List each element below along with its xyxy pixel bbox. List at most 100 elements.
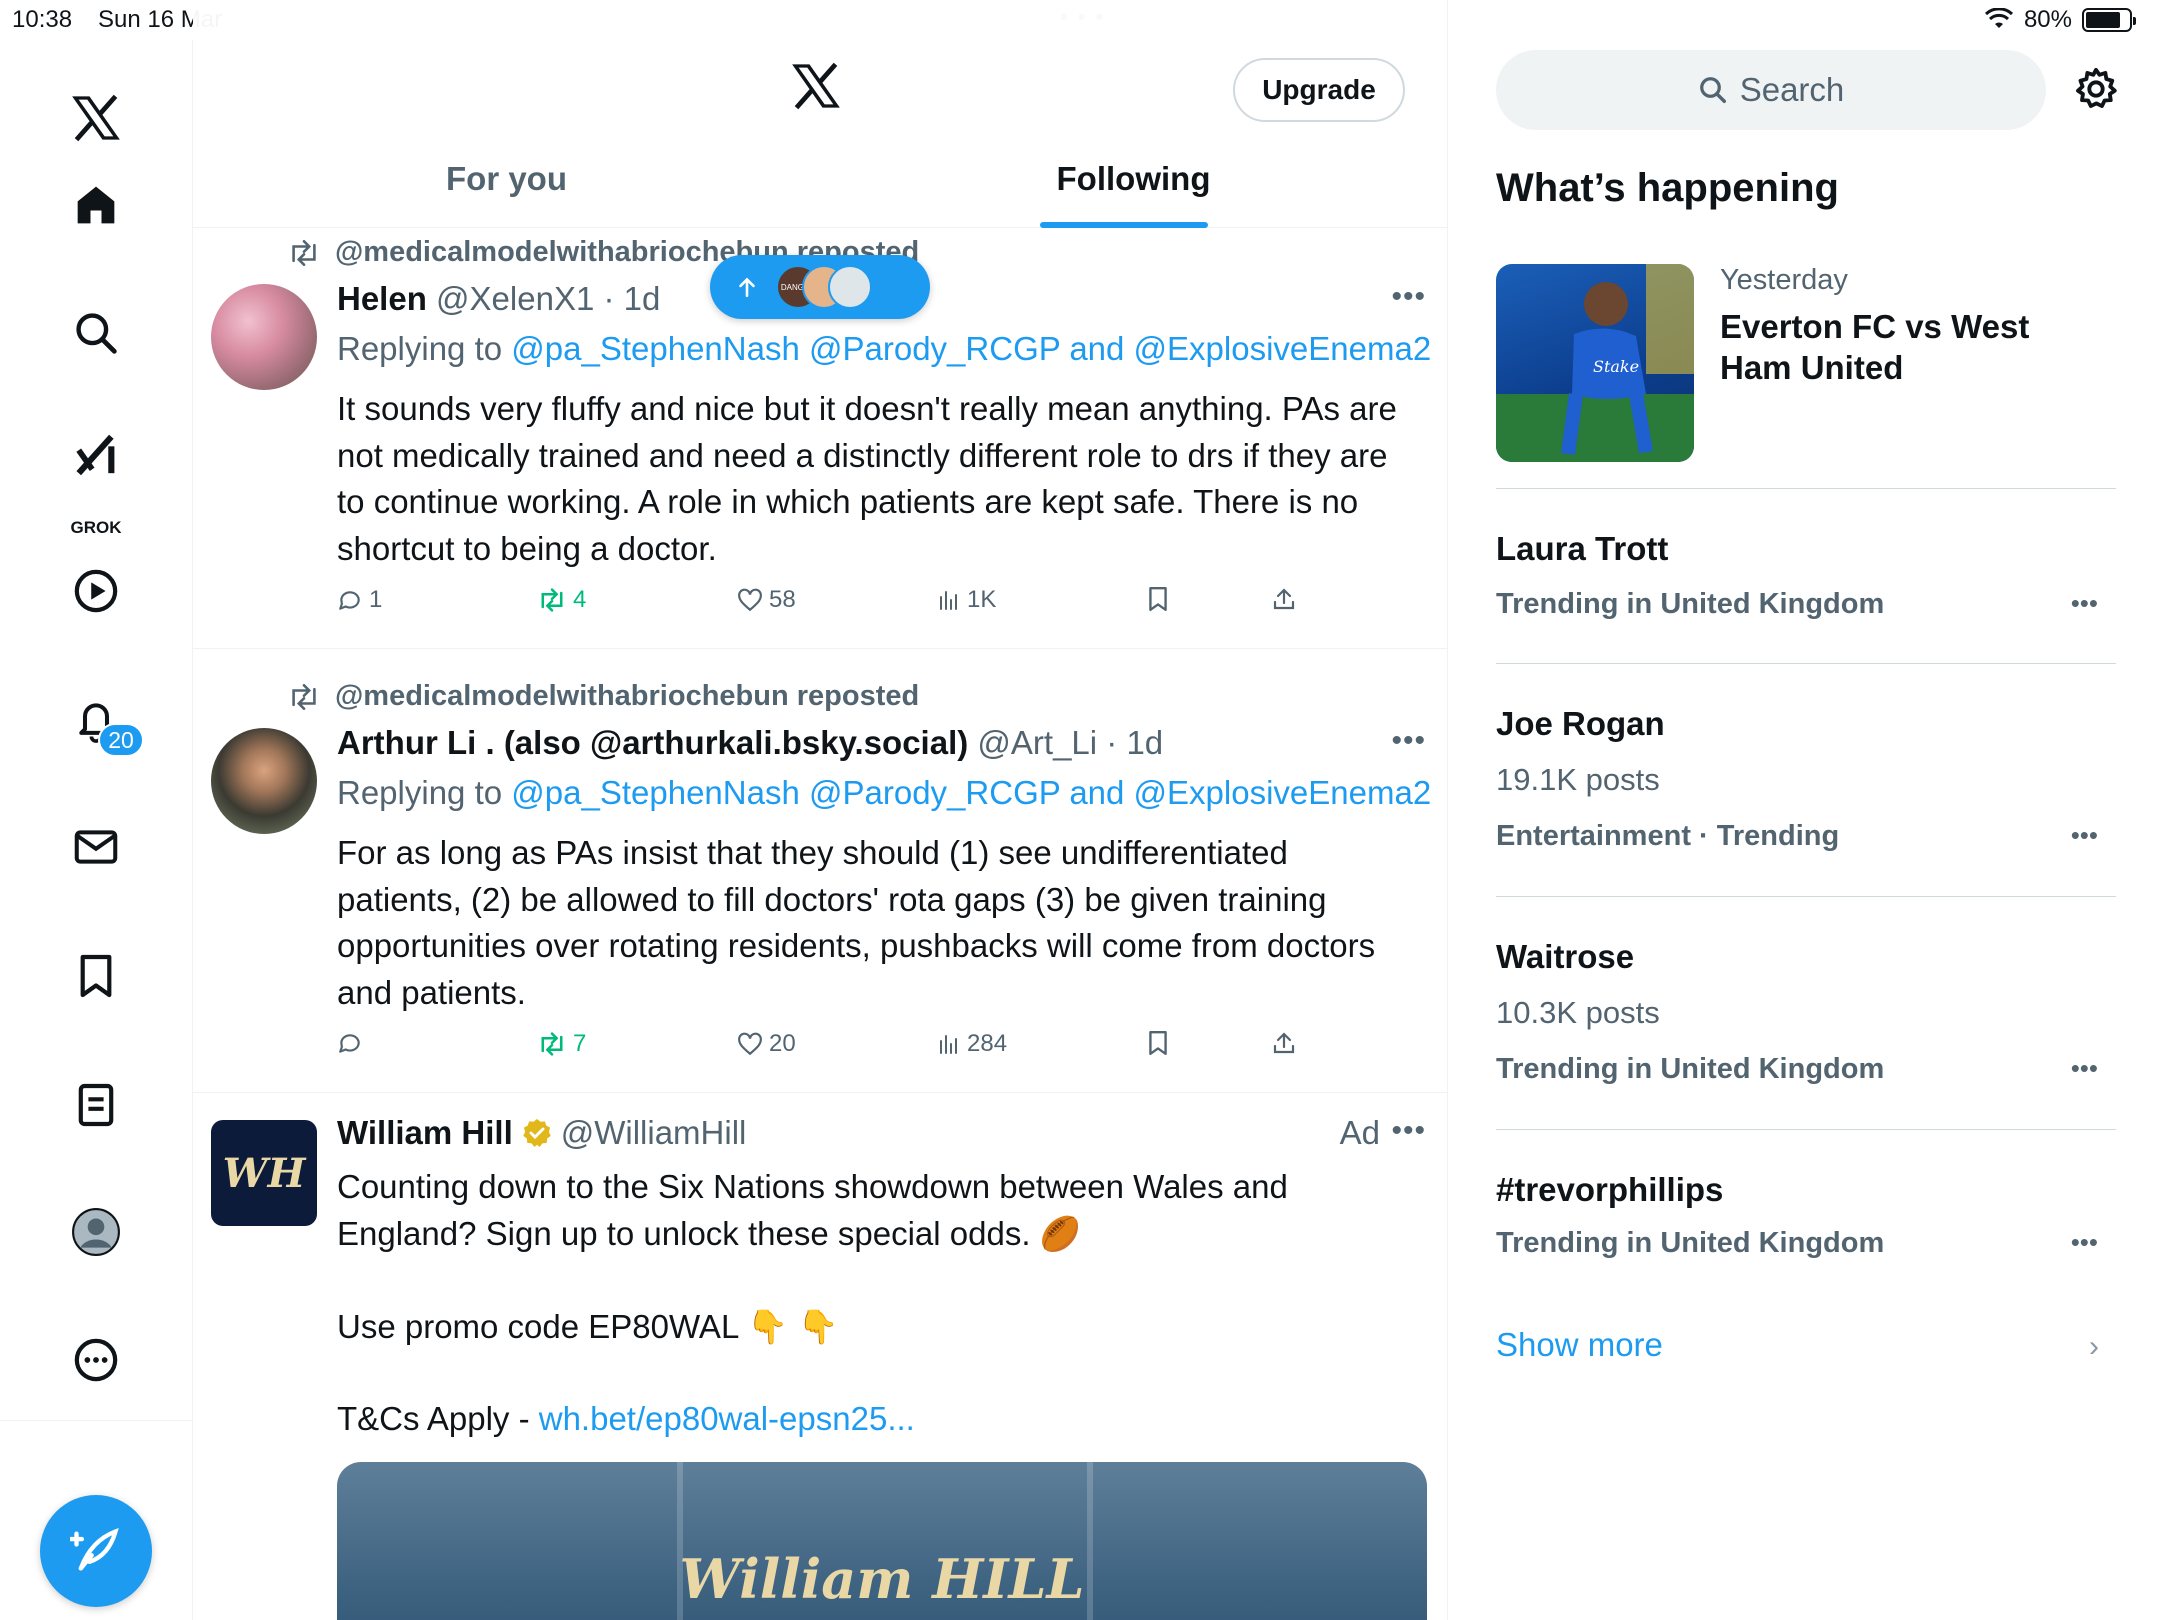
nav-rail: GROK 20	[0, 40, 193, 1620]
trend-item[interactable]: Joe Rogan 19.1K posts Entertainment · Tr…	[1496, 665, 2116, 897]
trend-context: Entertainment · Trending	[1496, 820, 1840, 852]
reply-button[interactable]: 1	[337, 586, 382, 614]
trend-item[interactable]: #trevorphillips Trending in United Kingd…	[1496, 1131, 2116, 1301]
reply-count: 1	[369, 586, 383, 613]
tweet-header: William Hill @WilliamHill	[337, 1114, 746, 1152]
advertiser-avatar[interactable]: WH	[211, 1120, 317, 1226]
bookmark-button[interactable]	[1147, 586, 1169, 612]
video-icon[interactable]	[66, 561, 126, 621]
grok-icon[interactable]	[66, 424, 126, 484]
repost-icon	[292, 239, 316, 266]
author-name[interactable]: Helen	[337, 280, 427, 317]
like-button[interactable]: 58	[737, 586, 796, 614]
more-icon[interactable]: •••	[1391, 724, 1426, 758]
repost-icon	[292, 683, 316, 710]
reply-icon	[339, 591, 360, 610]
search-icon[interactable]	[66, 303, 126, 363]
like-button[interactable]: 20	[737, 1030, 796, 1058]
author-name[interactable]: William Hill	[337, 1114, 513, 1152]
more-icon[interactable]: •••	[2071, 1053, 2098, 1084]
tweet-actions: 7 20 284	[337, 1030, 1337, 1070]
share-button[interactable]	[1272, 586, 1296, 612]
status-time: 10:38	[12, 6, 73, 33]
author-handle[interactable]: @Art_Li	[977, 724, 1097, 761]
more-icon[interactable]: •••	[1391, 1114, 1426, 1148]
profile-avatar-icon[interactable]	[66, 1202, 126, 1262]
more-icon[interactable]: •••	[1391, 280, 1426, 314]
upgrade-button[interactable]: Upgrade	[1233, 58, 1405, 122]
trend-card-date: Yesterday	[1720, 264, 1848, 296]
trend-card[interactable]: Stake Yesterday Everton FC vs West Ham U…	[1496, 264, 2116, 489]
share-icon	[1273, 588, 1295, 610]
tweet-header: Helen @XelenX1 · 1d	[337, 280, 660, 318]
author-handle[interactable]: @XelenX1	[436, 280, 594, 317]
lists-icon[interactable]	[66, 1075, 126, 1135]
share-button[interactable]	[1272, 1030, 1296, 1056]
author-handle[interactable]: @WilliamHill	[561, 1114, 747, 1152]
replying-to: Replying to @pa_StephenNash @Parody_RCGP…	[337, 330, 1431, 368]
author-name[interactable]: Arthur Li . (also @arthurkali.bsky.socia…	[337, 724, 968, 761]
trend-item[interactable]: Laura Trott Trending in United Kingdom •…	[1496, 490, 2116, 664]
new-posts-pill[interactable]: DANGER	[710, 255, 930, 319]
pill-avatar-3	[828, 265, 872, 309]
more-options-icon[interactable]	[66, 1330, 126, 1390]
trend-item[interactable]: Waitrose 10.3K posts Trending in United …	[1496, 898, 2116, 1130]
settings-gear-icon[interactable]	[2073, 66, 2119, 117]
tab-for-you[interactable]: For you	[193, 160, 820, 198]
bookmark-button[interactable]	[1147, 1030, 1169, 1056]
tweet-text: For as long as PAs insist that they shou…	[337, 834, 1376, 1011]
views-button[interactable]: 284	[937, 1030, 1007, 1058]
heart-icon	[738, 1032, 762, 1056]
active-tab-indicator	[1040, 222, 1208, 228]
avatar[interactable]	[211, 728, 317, 834]
replying-to-prefix: Replying to	[337, 774, 503, 811]
tweet-time: · 1d	[603, 280, 661, 317]
tweet-time: · 1d	[1106, 724, 1164, 761]
whats-happening-title: What’s happening	[1496, 166, 1839, 210]
more-icon[interactable]: •••	[2071, 820, 2098, 851]
replying-to-handles[interactable]: @pa_StephenNash @Parody_RCGP and @Explos…	[511, 330, 1431, 367]
trend-posts: 19.1K posts	[1496, 762, 1660, 797]
timeline-header: Upgrade For you Following	[193, 0, 1447, 228]
views-button[interactable]: 1K	[937, 586, 996, 614]
tweet-text: It sounds very fluffy and nice but it do…	[337, 390, 1397, 567]
show-more-link[interactable]: Show more	[1496, 1326, 1663, 1364]
reply-icon	[339, 1034, 360, 1053]
tweet[interactable]: @medicalmodelwithabriochebun reposted Ar…	[193, 650, 1447, 1093]
repost-count: 7	[573, 1030, 587, 1057]
reply-button[interactable]	[337, 1030, 369, 1056]
repost-context-text: @medicalmodelwithabriochebun reposted	[335, 680, 920, 712]
messages-icon[interactable]	[66, 817, 126, 877]
ad-link[interactable]: wh.bet/ep80wal-epsn25...	[539, 1400, 915, 1437]
verified-badge-icon	[523, 1119, 551, 1147]
bookmarks-icon[interactable]	[66, 946, 126, 1006]
repost-icon	[541, 1032, 563, 1056]
x-logo-icon[interactable]	[66, 88, 126, 148]
bookmark-icon	[1149, 586, 1167, 612]
compose-post-button[interactable]	[40, 1495, 152, 1607]
search-input[interactable]: Search	[1496, 50, 2046, 130]
trend-context: Trending in United Kingdom	[1496, 1053, 1885, 1085]
tweet-header: Arthur Li . (also @arthurkali.bsky.socia…	[337, 724, 1163, 762]
arrow-up-icon	[739, 277, 755, 297]
repost-icon	[541, 588, 563, 612]
repost-button[interactable]: 4	[537, 586, 586, 614]
repost-button[interactable]: 7	[537, 1030, 586, 1058]
like-count: 58	[769, 586, 796, 613]
home-icon[interactable]	[66, 175, 126, 235]
replying-to-handles[interactable]: @pa_StephenNash @Parody_RCGP and @Explos…	[511, 774, 1431, 811]
tab-following[interactable]: Following	[820, 160, 1447, 198]
more-icon[interactable]: •••	[2071, 588, 2098, 619]
more-icon[interactable]: •••	[2071, 1227, 2098, 1258]
views-count: 1K	[967, 586, 997, 613]
share-icon	[1273, 1032, 1295, 1054]
ad-image[interactable]: William HILL	[337, 1462, 1427, 1620]
x-logo-header-icon[interactable]	[790, 62, 842, 115]
avatar[interactable]	[211, 284, 317, 390]
right-sidebar: Search What’s happening Stake Yesterday …	[1449, 0, 2160, 1620]
replying-to: Replying to @pa_StephenNash @Parody_RCGP…	[337, 774, 1431, 812]
tweet-actions: 1 4 58 1K	[337, 586, 1337, 626]
shirt-sponsor-text: Stake	[1593, 357, 1639, 376]
trend-name: #trevorphillips	[1496, 1171, 1724, 1208]
views-count: 284	[967, 1030, 1008, 1057]
